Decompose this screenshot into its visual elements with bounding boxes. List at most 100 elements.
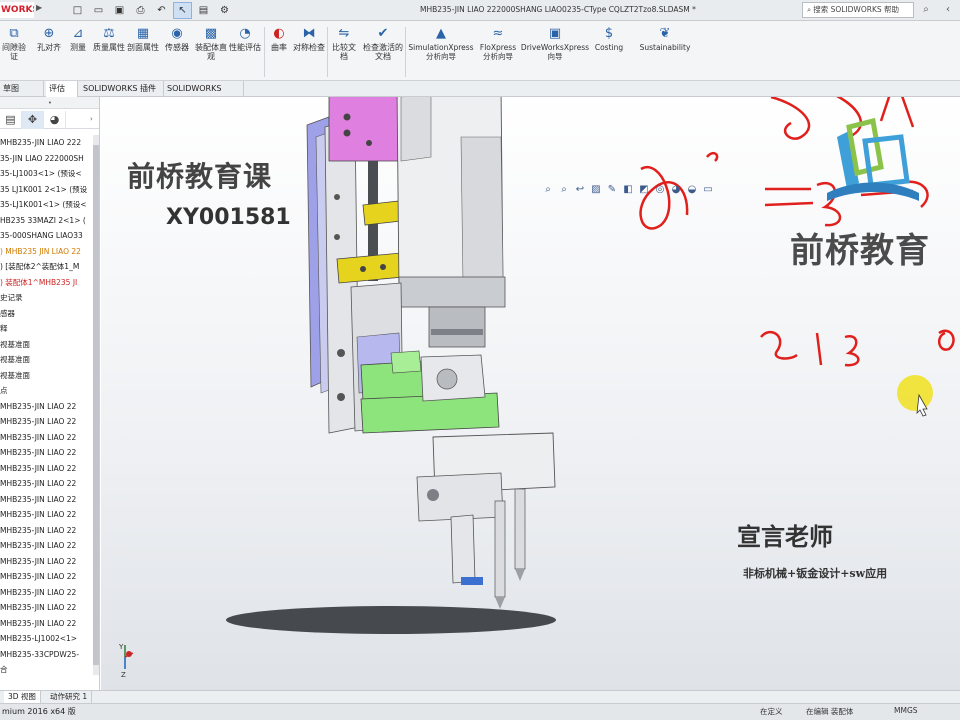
tree-item[interactable]: ) MHB235 JIN LIAO 22 [0,244,95,260]
tree-item[interactable]: 视基准面 [0,337,95,353]
tree-item[interactable]: 合 [0,662,95,678]
tree-item[interactable]: MHB235-JIN LIAO 22 [0,445,95,461]
hide-show-icon[interactable]: ◎ [653,183,667,197]
tree-item[interactable]: 点 [0,383,95,399]
file-properties-icon[interactable]: ▤ [194,2,213,19]
open-icon[interactable]: ▭ [89,2,108,19]
section-view-icon[interactable]: ▨ [589,183,603,197]
dynamic-annotation-icon[interactable]: ✎ [605,183,619,197]
tree-item[interactable]: 视基准面 [0,368,95,384]
undo-icon[interactable]: ↶ [152,2,171,19]
triad-y-label: Y [118,643,124,651]
tree-item[interactable]: 视基准面 [0,352,95,368]
title-bar: WORKS ▶ □ ▭ ▣ ⎙ ↶ ↖ ▤ ⚙ MHB235-JIN LIAO … [0,0,960,21]
tree-item[interactable]: MHB235-JIN LIAO 22 [0,569,95,585]
ribbon-button-hole-align[interactable]: ⊕ 孔对齐 [32,25,66,52]
display-style-icon[interactable]: ◩ [637,183,651,197]
ribbon-button-section-properties[interactable]: ▦ 剖面属性 [126,25,160,52]
ribbon-button-performance[interactable]: ◔ 性能评估 [228,25,262,52]
display-tab-icon[interactable]: ◕ [44,111,66,129]
tree-item[interactable]: MHB235-JIN LIAO 22 [0,616,95,632]
tree-item[interactable]: MHB235-JIN LIAO 22 [0,600,95,616]
ribbon-button-measure[interactable]: ⊿ 测量 [66,25,90,52]
search-go-icon[interactable]: ⌕ [918,2,934,18]
ribbon-button-mass-properties[interactable]: ⚖ 质量属性 [92,25,126,52]
edit-appearance-icon[interactable]: ◕ [669,183,683,197]
tree-item[interactable]: MHB235-JIN LIAO 22 [0,476,95,492]
tab-motion-study[interactable]: 动作研究 1 [46,691,93,703]
tab-solidworks-mbd[interactable]: SOLIDWORKS MBD [164,81,244,108]
ribbon-button-symmetry[interactable]: ⧓ 对称检查 [292,25,326,52]
tree-item[interactable]: MHB235-JIN LIAO 22 [0,554,95,570]
options-icon[interactable]: ⚙ [215,2,234,19]
help-dropdown-icon[interactable]: ‹ [940,2,956,18]
watermark-brand: 前桥教育 [790,231,930,271]
tree-item[interactable]: 35-LJ1K001<1> (预设< [0,197,95,213]
ribbon-button-floxpress[interactable]: ≈ FloXpress 分析向导 [478,25,518,61]
tree-item[interactable]: MHB235-JIN LIAO 22 [0,538,95,554]
tree-item[interactable]: 35-LJ1003<1> (预设< [0,166,95,182]
watermark-teacher: 宣言老师 [737,522,833,551]
sustainability-icon: ❦ [659,26,671,41]
menu-expand-icon[interactable]: ▶ [36,3,42,12]
new-icon[interactable]: □ [68,2,87,19]
feature-tree-tab-icon[interactable]: ▤ [0,111,22,129]
tree-item[interactable]: MHB235-JIN LIAO 22 [0,492,95,508]
view-orientation-icon[interactable]: ◧ [621,183,635,197]
tree-item[interactable]: MHB235-JIN LIAO 22 [0,523,95,539]
ribbon-button-sustainability[interactable]: ❦ Sustainability [632,25,698,52]
tree-scrollbar[interactable] [93,135,99,675]
tree-item[interactable]: MHB235-JIN LIAO 22 [0,585,95,601]
tree-item[interactable]: 35-JIN LIAO 222000SH [0,151,95,167]
tree-item[interactable]: ) [装配体2^装配体1_M [0,259,95,275]
tab-solidworks-addins[interactable]: SOLIDWORKS 插件 [80,81,164,97]
hole-align-icon: ⊕ [43,26,55,41]
select-icon[interactable]: ↖ [173,2,192,19]
previous-view-icon[interactable]: ↩ [573,183,587,197]
solidworks-logo[interactable]: WORKS [0,2,34,18]
tree-item[interactable]: MHB235-JIN LIAO 22 [0,430,95,446]
tree-item[interactable]: 35 LJ1K001 2<1> (预设 [0,182,95,198]
graphics-viewport[interactable]: Y Z ⌕ ⌕ ↩ ▨ ✎ ◧ ◩ ◎ ◕ ◒ ▭ 前桥教育课 XY001581… [101,97,960,690]
tree-item[interactable]: 35-000SHANG LIAO33 [0,228,95,244]
ribbon-button-simulationxpress[interactable]: ▲ SimulationXpress 分析向导 [406,25,476,61]
tree-item[interactable]: MHB235-JIN LIAO 22 [0,414,95,430]
ribbon-button-clearance[interactable]: ⧉ 间隙验证 [2,25,26,61]
tree-item[interactable]: ) 装配体1^MHB235 JI [0,275,95,291]
property-tab-icon[interactable]: ✥ [22,111,44,129]
tree-item[interactable]: MHB235-JIN LIAO 22 [0,399,95,415]
panel-collapse-handle[interactable]: • [0,97,99,109]
status-units[interactable]: MMGS [894,706,918,715]
ribbon-button-driveworksxpress[interactable]: ▣ DriveWorksXpress 向导 [520,25,590,61]
tree-item[interactable]: MHB235-JIN LIAO 22 [0,507,95,523]
tab-sketch[interactable]: 草图 [0,81,44,97]
tree-item[interactable]: HB235 33MAZI 2<1> ( [0,213,95,229]
tree-scrollbar-thumb[interactable] [93,145,99,665]
status-editing: 在编辑 装配体 [806,707,854,716]
ribbon-button-sensor[interactable]: ◉ 传感器 [160,25,194,52]
print-icon[interactable]: ⎙ [131,2,150,19]
view-settings-icon[interactable]: ▭ [701,183,715,197]
tab-evaluate[interactable]: 评估 [46,81,78,97]
green-tab [390,350,422,374]
apply-scene-icon[interactable]: ◒ [685,183,699,197]
save-icon[interactable]: ▣ [110,2,129,19]
ribbon-button-check-document[interactable]: ✔ 检查激活的文档 [362,25,404,61]
simulation-icon: ▲ [436,26,446,41]
panel-more-icon[interactable]: › [90,115,93,123]
zoom-fit-icon[interactable]: ⌕ [541,183,555,197]
tree-item[interactable]: MHB235-33CPDW25- [0,647,95,663]
tree-item[interactable]: 释 [0,321,95,337]
ribbon-button-costing[interactable]: $ Costing [590,25,628,52]
tab-3d-view[interactable]: 3D 视图 [4,691,41,703]
help-search-input[interactable]: ⌕ 搜索 SOLIDWORKS 帮助 [802,2,914,18]
ribbon-button-curvature[interactable]: ◐ 曲率 [267,25,291,52]
zoom-area-icon[interactable]: ⌕ [557,183,571,197]
tree-item[interactable]: MHB235-JIN LIAO 222 [0,135,95,151]
tree-item[interactable]: 史记录 [0,290,95,306]
tree-item[interactable]: MHB235-LJ1002<1> [0,631,95,647]
ribbon-button-assembly-visual[interactable]: ▩ 装配体直观 [194,25,228,61]
tree-item[interactable]: MHB235-JIN LIAO 22 [0,461,95,477]
ribbon-button-compare[interactable]: ⇋ 比较文档 [329,25,359,61]
tree-item[interactable]: 感器 [0,306,95,322]
